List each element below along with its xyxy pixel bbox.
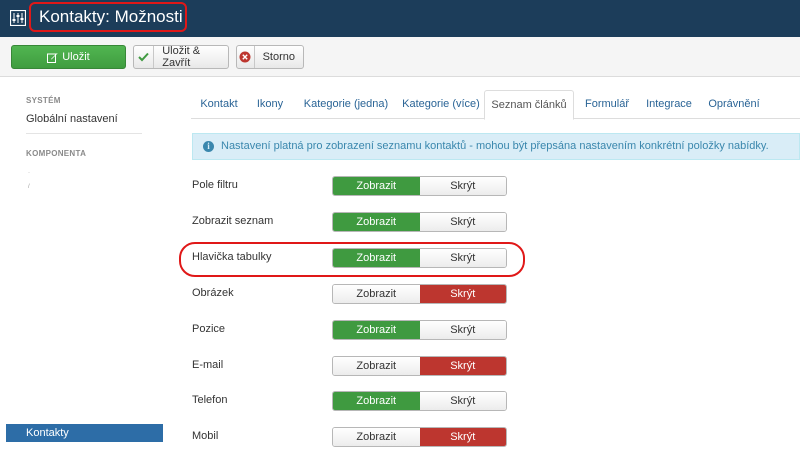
save-button[interactable]: Uložit bbox=[11, 45, 126, 69]
setting-row-position: Pozice Zobrazit Skrýt bbox=[192, 320, 512, 340]
info-alert: i Nastavení platná pro zobrazení seznamu… bbox=[192, 133, 800, 160]
save-close-button[interactable]: Uložit & Zavřít bbox=[133, 45, 229, 69]
sidebar-marker: / bbox=[28, 184, 30, 190]
check-icon bbox=[134, 46, 155, 68]
sidebar-item-contacts[interactable]: Kontakty bbox=[6, 424, 163, 442]
setting-label: Pozice bbox=[192, 323, 226, 335]
setting-row-filter-field: Pole filtru Zobrazit Skrýt bbox=[192, 176, 512, 196]
tab-list-articles[interactable]: Seznam článků bbox=[484, 90, 574, 120]
setting-label: Pole filtru bbox=[192, 179, 238, 191]
show-hide-toggle: Zobrazit Skrýt bbox=[332, 427, 507, 447]
edit-icon bbox=[47, 46, 58, 68]
show-hide-toggle: Zobrazit Skrýt bbox=[332, 176, 507, 196]
hide-option[interactable]: Skrýt bbox=[419, 321, 506, 339]
tab-category-multiple[interactable]: Kategorie (více) bbox=[396, 90, 486, 119]
setting-row-email: E-mail Zobrazit Skrýt bbox=[192, 356, 512, 376]
setting-label: Obrázek bbox=[192, 287, 234, 299]
hide-option[interactable]: Skrýt bbox=[419, 428, 506, 446]
setting-row-show-list: Zobrazit seznam Zobrazit Skrýt bbox=[192, 212, 512, 232]
show-hide-toggle: Zobrazit Skrýt bbox=[332, 320, 507, 340]
sliders-icon bbox=[10, 10, 26, 26]
show-hide-toggle: Zobrazit Skrýt bbox=[332, 391, 507, 411]
show-hide-toggle: Zobrazit Skrýt bbox=[332, 212, 507, 232]
info-alert-text: Nastavení platná pro zobrazení seznamu k… bbox=[221, 140, 769, 152]
show-option[interactable]: Zobrazit bbox=[333, 285, 420, 303]
hide-option[interactable]: Skrýt bbox=[419, 357, 506, 375]
info-icon: i bbox=[203, 141, 214, 152]
show-option[interactable]: Zobrazit bbox=[333, 321, 420, 339]
sidebar-heading-component: KOMPONENTA bbox=[26, 149, 87, 158]
tab-permissions[interactable]: Oprávnění bbox=[703, 90, 765, 119]
setting-row-image: Obrázek Zobrazit Skrýt bbox=[192, 284, 512, 304]
cancel-button[interactable]: Storno bbox=[236, 45, 304, 69]
setting-label: E-mail bbox=[192, 359, 224, 371]
tab-form[interactable]: Formulář bbox=[579, 90, 635, 119]
tab-icons[interactable]: Ikony bbox=[249, 90, 291, 119]
hide-option[interactable]: Skrýt bbox=[419, 177, 506, 195]
hide-option[interactable]: Skrýt bbox=[419, 213, 506, 231]
page-title: Kontakty: Možnosti bbox=[39, 7, 183, 26]
show-option[interactable]: Zobrazit bbox=[333, 428, 420, 446]
tab-contact[interactable]: Kontakt bbox=[191, 90, 247, 119]
sidebar-heading-system: SYSTÉM bbox=[26, 96, 61, 105]
tab-bar: Kontakt Ikony Kategorie (jedna) Kategori… bbox=[191, 90, 800, 120]
tab-category-single[interactable]: Kategorie (jedna) bbox=[296, 90, 396, 119]
cancel-button-label: Storno bbox=[262, 51, 295, 63]
toolbar: Uložit Uložit & Zavřít Storno bbox=[0, 37, 800, 77]
save-close-button-label: Uložit & Zavřít bbox=[162, 45, 201, 69]
sidebar-item-global-settings[interactable]: Globální nastavení bbox=[26, 113, 118, 125]
row-annotation-mark bbox=[179, 242, 525, 277]
hide-option[interactable]: Skrýt bbox=[419, 285, 506, 303]
show-option[interactable]: Zobrazit bbox=[333, 177, 420, 195]
setting-row-mobile: Mobil Zobrazit Skrýt bbox=[192, 427, 512, 447]
tab-integration[interactable]: Integrace bbox=[641, 90, 697, 119]
sidebar-marker: · bbox=[28, 170, 30, 176]
show-hide-toggle: Zobrazit Skrýt bbox=[332, 356, 507, 376]
hide-option[interactable]: Skrýt bbox=[419, 392, 506, 410]
show-hide-toggle: Zobrazit Skrýt bbox=[332, 284, 507, 304]
setting-label: Zobrazit seznam bbox=[192, 215, 274, 227]
show-option[interactable]: Zobrazit bbox=[333, 392, 420, 410]
setting-label: Telefon bbox=[192, 394, 228, 406]
show-option[interactable]: Zobrazit bbox=[333, 213, 420, 231]
setting-label: Mobil bbox=[192, 430, 219, 442]
save-button-label: Uložit bbox=[62, 51, 90, 63]
setting-row-phone: Telefon Zobrazit Skrýt bbox=[192, 391, 512, 411]
app-header: Kontakty: Možnosti bbox=[0, 0, 800, 37]
cancel-icon bbox=[237, 46, 255, 68]
sidebar-divider bbox=[26, 133, 142, 134]
show-option[interactable]: Zobrazit bbox=[333, 357, 420, 375]
